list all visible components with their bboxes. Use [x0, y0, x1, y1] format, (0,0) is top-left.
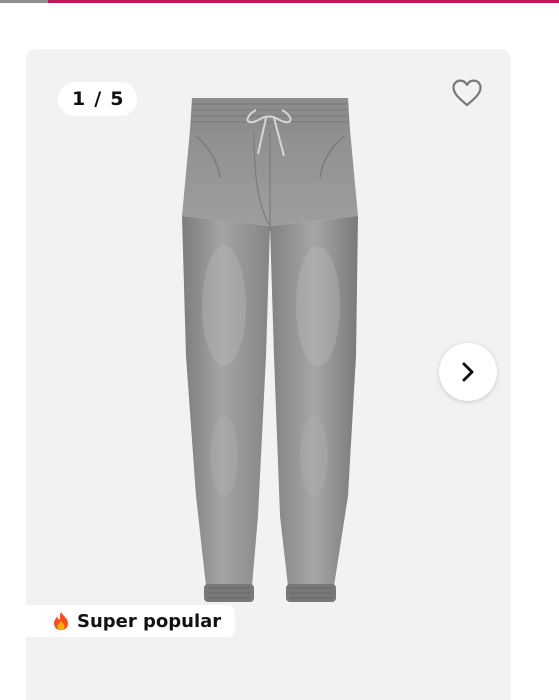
- product-image-gallery[interactable]: 1 / 5 Super popular: [26, 49, 511, 700]
- chevron-right-icon: [462, 362, 474, 382]
- counter-total: 5: [110, 88, 124, 110]
- image-counter: 1 / 5: [58, 82, 138, 116]
- top-bar-segment: [0, 0, 48, 3]
- badge-label: Super popular: [77, 610, 222, 632]
- product-image-jeans: [182, 98, 358, 602]
- favorite-button[interactable]: [450, 76, 484, 110]
- counter-current: 1: [72, 88, 86, 110]
- top-accent-bar: [0, 0, 559, 3]
- fire-icon: [54, 612, 68, 630]
- next-image-button[interactable]: [439, 343, 497, 401]
- popularity-badge: Super popular: [26, 605, 236, 637]
- heart-outline-icon: [452, 79, 482, 107]
- counter-separator: /: [94, 88, 102, 110]
